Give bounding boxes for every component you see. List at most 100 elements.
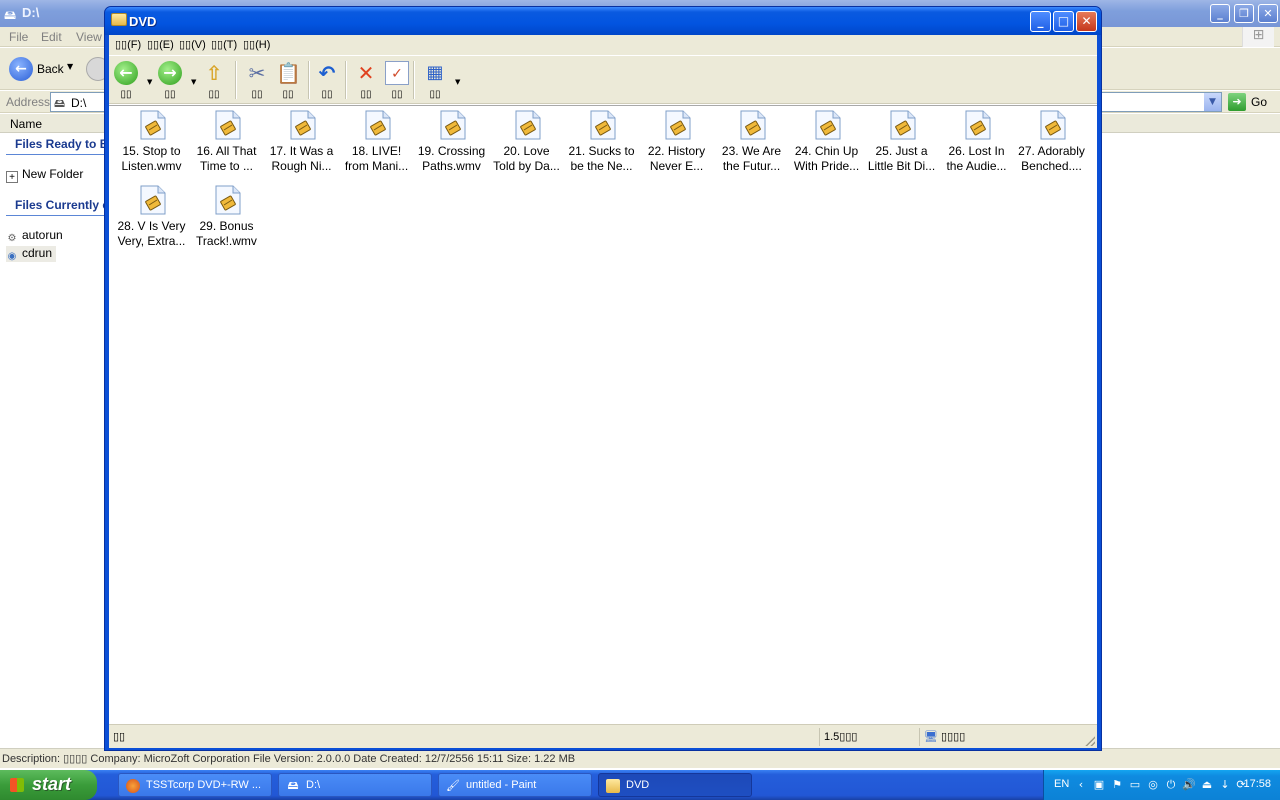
properties-icon: ✓ xyxy=(385,61,409,85)
bg-back-label[interactable]: Back xyxy=(37,62,64,76)
chevron-down-icon[interactable]: ▼ xyxy=(147,78,152,86)
file-item[interactable]: 17. It Was a Rough Ni... xyxy=(264,108,339,180)
clock[interactable]: 17:58 xyxy=(1243,778,1271,790)
bg-close-button[interactable]: ✕ xyxy=(1258,4,1278,23)
file-label: 27. Adorably Benched.... xyxy=(1018,144,1085,173)
bg-minimize-button[interactable]: _ xyxy=(1210,4,1230,23)
task-button-label: TSSTcorp DVD+-RW ... xyxy=(146,779,262,791)
start-button[interactable]: start xyxy=(0,770,97,800)
menu-edit[interactable]: ▯▯(E) xyxy=(147,38,174,51)
description-bar: Description: ▯▯▯▯ Company: MicroZoft Cor… xyxy=(0,748,1280,768)
group-divider xyxy=(6,154,106,155)
file-item[interactable]: 23. We Are the Futur... xyxy=(714,108,789,180)
file-item[interactable]: 18. LIVE! from Mani... xyxy=(339,108,414,180)
menu-file[interactable]: ▯▯(F) xyxy=(115,38,141,51)
tray-network-icon[interactable]: ⚑ xyxy=(1110,777,1124,792)
group-files-ready: Files Ready to B xyxy=(15,137,109,151)
toolbar-delete-button[interactable]: ✕ ▯▯ xyxy=(350,59,382,101)
computer-zone-icon: 🖥 xyxy=(924,731,938,743)
chevron-left-icon[interactable]: ‹ xyxy=(1074,777,1088,792)
bg-restore-button[interactable]: ❐ xyxy=(1234,4,1254,23)
file-item[interactable]: 28. V Is Very Very, Extra... xyxy=(114,183,189,255)
column-name-header[interactable]: Name xyxy=(10,117,42,131)
toolbar-cut-button[interactable]: ✂ ▯▯ xyxy=(241,59,273,101)
video-file-icon xyxy=(890,110,916,140)
windows-logo-icon xyxy=(10,778,24,792)
file-view[interactable]: 15. Stop to Listen.wmv 16. All That Time … xyxy=(109,105,1097,722)
chevron-down-icon[interactable]: ▼ xyxy=(1204,93,1221,111)
file-label: 21. Sucks to be the Ne... xyxy=(568,144,635,173)
dvd-toolbar: ← ▯▯ ▼ → ▯▯ ▼ ⇧ ▯▯ ✂ ▯▯ 📋 ▯▯ ↶ ▯▯ ✕ ▯▯ ✓… xyxy=(109,55,1097,104)
file-label: 19. Crossing Paths.wmv xyxy=(417,144,486,173)
file-item[interactable]: 21. Sucks to be the Ne... xyxy=(564,108,639,180)
views-icon: ▦ xyxy=(426,62,444,83)
scissors-icon: ✂ xyxy=(248,61,266,85)
go-arrow-icon[interactable]: ➜ xyxy=(1228,93,1246,111)
toolbar-up-button[interactable]: ⇧ ▯▯ xyxy=(198,59,230,101)
go-button[interactable]: Go xyxy=(1251,95,1267,109)
close-button[interactable]: ✕ xyxy=(1076,11,1097,32)
chevron-down-icon[interactable]: ▼ xyxy=(191,78,196,86)
chevron-down-icon[interactable]: ▼ xyxy=(455,78,460,86)
file-item[interactable]: 20. Love Told by Da... xyxy=(489,108,564,180)
dvd-titlebar[interactable]: DVD _ □ ✕ xyxy=(105,7,1101,35)
toolbar-label: ▯▯ xyxy=(164,89,176,100)
resize-grip[interactable] xyxy=(1085,736,1095,746)
status-text: ▯▯ xyxy=(113,731,126,743)
toolbar-label: ▯▯ xyxy=(120,89,132,100)
list-item[interactable]: ⚙ autorun xyxy=(6,228,63,244)
system-tray: EN ‹ ▣ ⚑ ▭ ◎ ⏻ 🔊 ⏏ ↓ ⟳ 17:58 xyxy=(1043,770,1280,800)
toolbar-views-button[interactable]: ▦ ▯▯ xyxy=(419,59,451,101)
safely-remove-icon[interactable]: ⏏ xyxy=(1200,777,1214,792)
video-file-icon xyxy=(815,110,841,140)
menu-view[interactable]: ▯▯(V) xyxy=(179,38,206,51)
file-item[interactable]: 29. Bonus Track!.wmv xyxy=(189,183,264,255)
menu-tools[interactable]: ▯▯(T) xyxy=(211,38,237,51)
file-item[interactable]: 19. Crossing Paths.wmv xyxy=(414,108,489,180)
list-item[interactable]: + New Folder xyxy=(6,167,83,183)
task-button-firefox[interactable]: TSSTcorp DVD+-RW ... xyxy=(118,773,272,797)
list-item[interactable]: ◉ cdrun xyxy=(6,246,57,262)
bg-menu-file[interactable]: File xyxy=(9,30,28,44)
file-item[interactable]: 27. Adorably Benched.... xyxy=(1014,108,1089,180)
toolbar-undo-button[interactable]: ↶ ▯▯ xyxy=(311,59,343,101)
speaker-icon[interactable]: 🔊 xyxy=(1182,777,1196,792)
bg-menu-edit[interactable]: Edit xyxy=(41,30,62,44)
file-item[interactable]: 24. Chin Up With Pride... xyxy=(789,108,864,180)
file-item[interactable]: 15. Stop to Listen.wmv xyxy=(114,108,189,180)
bg-menu-view[interactable]: View xyxy=(76,30,102,44)
task-button-drive[interactable]: 🖴 D:\ xyxy=(278,773,432,797)
task-button-paint[interactable]: 🖌 untitled - Paint xyxy=(438,773,592,797)
toolbar-paste-button[interactable]: 📋 ▯▯ xyxy=(272,59,304,101)
toolbar-properties-button[interactable]: ✓ ▯▯ xyxy=(381,59,413,101)
task-button-label: untitled - Paint xyxy=(466,779,537,791)
file-item[interactable]: 26. Lost In the Audie... xyxy=(939,108,1014,180)
tray-monitor-icon[interactable]: ▭ xyxy=(1128,777,1142,792)
tray-power-icon[interactable]: ⏻ xyxy=(1164,777,1178,792)
toolbar-forward-button[interactable]: → ▯▯ xyxy=(154,59,186,101)
dvd-client-area: ▯▯(F) ▯▯(E) ▯▯(V) ▯▯(T) ▯▯(H) ← ▯▯ ▼ → ▯… xyxy=(109,35,1097,748)
task-button-dvd[interactable]: DVD xyxy=(598,773,752,797)
toolbar-back-button[interactable]: ← ▯▯ xyxy=(110,59,142,101)
file-item[interactable]: 16. All That Time to ... xyxy=(189,108,264,180)
file-label: 18. LIVE! from Mani... xyxy=(344,144,409,173)
tray-antivirus-icon[interactable]: ◎ xyxy=(1146,777,1160,792)
maximize-button[interactable]: □ xyxy=(1053,11,1074,32)
file-item[interactable]: 25. Just a Little Bit Di... xyxy=(864,108,939,180)
expand-plus-icon[interactable]: + xyxy=(6,171,18,183)
menu-help[interactable]: ▯▯(H) xyxy=(243,38,270,51)
back-arrow-icon[interactable]: ← xyxy=(9,57,33,81)
settings-file-icon: ⚙ xyxy=(7,233,17,244)
tray-app-icon[interactable]: ▣ xyxy=(1092,777,1106,792)
list-item-label: cdrun xyxy=(22,246,53,260)
dvd-menubar: ▯▯(F) ▯▯(E) ▯▯(V) ▯▯(T) ▯▯(H) xyxy=(109,35,1097,55)
tray-download-icon[interactable]: ↓ xyxy=(1218,777,1232,792)
minimize-button[interactable]: _ xyxy=(1030,11,1051,32)
chevron-down-icon[interactable]: ▼ xyxy=(67,62,73,71)
folder-icon xyxy=(606,779,620,793)
file-label: 16. All That Time to ... xyxy=(196,144,257,173)
bg-window-title: D:\ xyxy=(22,5,40,20)
file-item[interactable]: 22. History Never E... xyxy=(639,108,714,180)
taskbar: start TSSTcorp DVD+-RW ... 🖴 D:\ 🖌 untit… xyxy=(0,770,1280,800)
language-indicator[interactable]: EN xyxy=(1054,778,1069,790)
